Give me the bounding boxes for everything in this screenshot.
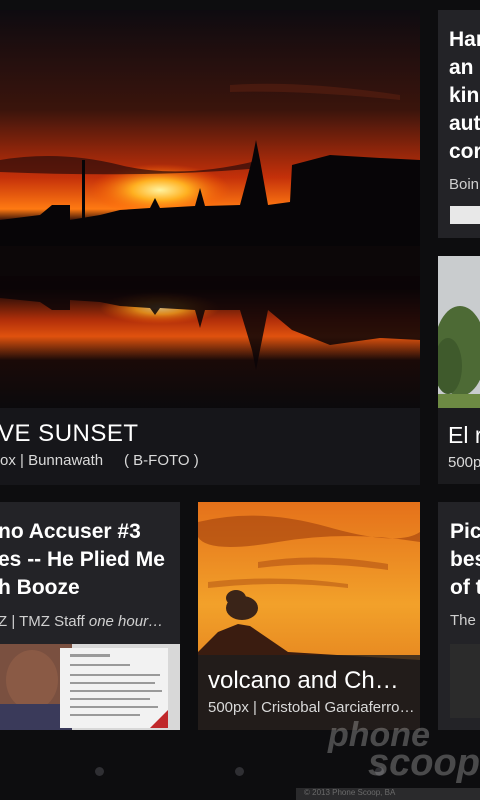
- volcano-source: 500px | Cristobal Garciaferro…: [208, 699, 415, 716]
- copyright-strip: © 2013 Phone Scoop, BA: [296, 788, 480, 800]
- article-headline: Pic bes of t: [450, 518, 480, 602]
- article-source: The: [450, 612, 476, 629]
- headline-line: h Booze: [0, 576, 80, 599]
- article-source: Boin: [449, 176, 480, 193]
- sunset-photo: [0, 10, 420, 408]
- sunset-credit: ( B-FOTO ): [124, 452, 199, 469]
- sunset-caption: VE SUNSET ox | Bunnawath ( B-FOTO ): [0, 408, 420, 485]
- headline-line: cor: [449, 140, 480, 163]
- page-indicator-dot: [95, 767, 104, 776]
- article-card-tmz[interactable]: no Accuser #3 es -- He Plied Me h Booze Z …: [0, 502, 180, 730]
- photo-title: El r: [448, 422, 480, 448]
- photo-card-volcano[interactable]: volcano and Ch… 500px | Cristobal Garcia…: [198, 502, 420, 730]
- photo-source: 500p: [448, 454, 480, 471]
- article-source-author: Z | TMZ Staff: [0, 613, 89, 630]
- sunset-title: VE SUNSET: [0, 420, 139, 447]
- feature-card-sunset[interactable]: VE SUNSET ox | Bunnawath ( B-FOTO ): [0, 10, 420, 485]
- headline-line: Pic: [450, 520, 480, 543]
- sunset-source: ox | Bunnawath: [0, 452, 104, 469]
- article-card-right-top[interactable]: Har an kin aut cor Boin: [438, 10, 480, 238]
- article-source-time: one hour…: [88, 613, 164, 630]
- headline-line: of t: [450, 576, 480, 599]
- headline-line: an: [449, 56, 474, 79]
- article-headline: Har an kin aut cor: [449, 26, 480, 166]
- article-photo: [0, 644, 180, 730]
- volcano-title: volcano and Ch…: [208, 667, 399, 694]
- article-headline: no Accuser #3 es -- He Plied Me h Booze: [0, 518, 180, 602]
- headline-line: aut: [449, 112, 480, 135]
- article-thumbnail: [450, 644, 480, 718]
- headline-line: es -- He Plied Me: [0, 548, 165, 571]
- copyright-text: © 2013 Phone Scoop, BA: [304, 788, 396, 797]
- watermark-line2: scoop: [368, 742, 480, 784]
- article-thumbnail: [450, 206, 480, 224]
- article-card-right-bottom[interactable]: Pic bes of t The: [438, 502, 480, 730]
- page-indicator-dot: [235, 767, 244, 776]
- phonescoop-watermark: phone scoop: [328, 716, 480, 786]
- headline-line: no Accuser #3: [0, 520, 141, 543]
- trees-photo: [438, 256, 480, 408]
- headline-line: Har: [449, 28, 480, 51]
- article-source: Z | TMZ Staff one hour…: [0, 613, 163, 630]
- headline-line: bes: [450, 548, 480, 571]
- headline-line: kin: [449, 84, 480, 107]
- photo-card-right-mid[interactable]: El r 500p: [438, 256, 480, 484]
